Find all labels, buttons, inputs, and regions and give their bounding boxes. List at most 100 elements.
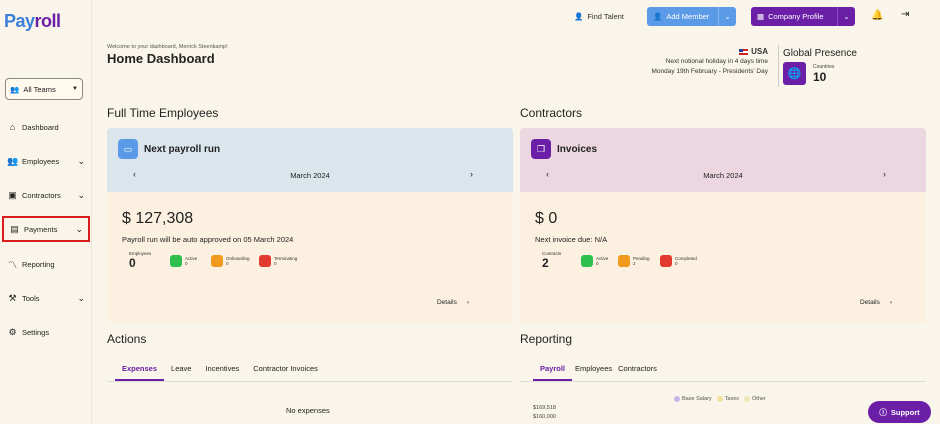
contractors-section-title: Contractors: [520, 106, 583, 120]
stat-value: 0: [596, 261, 599, 266]
invoices-card: ❐ Invoices ‹ March 2024 › $ 0 Next invoi…: [520, 128, 926, 323]
status-dot: [660, 255, 672, 267]
y-axis-label: $160,000: [533, 414, 556, 420]
sidebar-item-label: Contractors: [22, 190, 61, 200]
contractor-stat-pending: Pending 2: [618, 255, 650, 267]
employees-stat: Employees 0: [129, 251, 151, 270]
fte-stat-terminating: Terminating 0: [259, 255, 297, 267]
page-title: Home Dashboard: [107, 51, 215, 66]
contractor-stat-active: Active 0: [581, 255, 608, 267]
chevron-down-icon[interactable]: ⌄: [837, 7, 855, 26]
tab-contractors[interactable]: Contractors: [615, 364, 664, 380]
support-button[interactable]: ⓘ Support: [868, 401, 931, 423]
global-presence-title: Global Presence: [783, 48, 857, 59]
reporting-tab-divider: [520, 381, 926, 382]
add-member-button[interactable]: 👤 Add Member ⌄: [647, 7, 736, 26]
sidebar-item-label: Employees: [22, 156, 60, 166]
company-profile-button[interactable]: ▦ Company Profile ⌄: [751, 7, 855, 26]
tab-contractor-invoices[interactable]: Contractor Invoices: [246, 364, 325, 380]
payroll-month: March 2024: [290, 171, 330, 180]
gear-icon: ⚙: [8, 326, 17, 337]
trend-icon: 〽: [7, 259, 17, 270]
stat-label: Completed: [675, 255, 697, 261]
sidebar-item-employees[interactable]: 👥 Employees ⌄: [2, 148, 90, 174]
us-flag-icon: [739, 49, 749, 55]
status-dot: [170, 255, 182, 267]
logo-part-2: roll: [34, 11, 62, 31]
legend-other[interactable]: Other: [744, 396, 766, 402]
chevron-right-icon: ›: [889, 299, 892, 306]
fte-stat-active: Active 0: [170, 255, 197, 267]
reporting-section-title: Reporting: [520, 332, 573, 346]
app-logo[interactable]: Payroll: [4, 11, 61, 32]
sidebar-item-payments[interactable]: ▤ Payments ⌄: [2, 216, 90, 242]
countries-value: 10: [813, 70, 827, 84]
sidebar-item-contractors[interactable]: ▣ Contractors ⌄: [2, 182, 90, 208]
status-dot: [618, 255, 630, 267]
tab-payroll[interactable]: Payroll: [533, 364, 573, 381]
actions-tabs: Expenses Leave Incentives Contractor Inv…: [115, 364, 325, 381]
chevron-down-icon[interactable]: ⌄: [718, 7, 736, 26]
stat-label: Active: [596, 255, 609, 261]
logo-part-1: Pay: [4, 11, 35, 31]
tab-incentives[interactable]: Incentives: [198, 364, 246, 380]
tab-employees[interactable]: Employees: [572, 364, 615, 380]
fte-stat-onboarding: Onboarding 0: [211, 255, 250, 267]
sidebar-item-reporting[interactable]: 〽 Reporting: [2, 251, 90, 277]
sidebar-item-settings[interactable]: ⚙ Settings: [2, 319, 90, 345]
find-talent-label: Find Talent: [587, 11, 624, 21]
stat-value: 0: [226, 261, 229, 266]
tools-icon: ⚒: [8, 292, 17, 303]
reporting-tabs: Payroll Employees Contractors: [533, 364, 664, 381]
chevron-right-icon[interactable]: ›: [470, 169, 473, 179]
company-profile-label: Company Profile: [768, 12, 824, 21]
chevron-right-icon[interactable]: ›: [883, 169, 886, 179]
legend-taxes[interactable]: Taxes: [716, 396, 739, 402]
no-expenses-message: No expenses: [286, 406, 330, 415]
chart-legend: Base Salary Taxes Other: [674, 396, 766, 402]
holiday-line-1: Next notional holiday in 4 days time: [665, 58, 768, 65]
stat-value: 2: [633, 261, 636, 266]
details-label: Details: [436, 299, 457, 306]
holiday-line-2: Monday 19th February - Presidents' Day: [651, 68, 769, 75]
stat-value: 0: [185, 261, 188, 266]
payroll-card: ▭ Next payroll run ‹ March 2024 › $ 127,…: [107, 128, 513, 323]
bell-icon[interactable]: 🔔: [871, 10, 883, 21]
payroll-card-title: Next payroll run: [144, 144, 221, 155]
chevron-right-icon: ›: [466, 299, 469, 306]
contractors-icon: ▣: [8, 189, 17, 200]
employees-value: 0: [129, 256, 136, 270]
chevron-down-icon: ⌄: [77, 292, 85, 303]
payroll-amount: $ 127,308: [122, 210, 194, 227]
sidebar-item-label: Payments: [24, 224, 58, 234]
person-search-icon: 👤: [574, 11, 584, 21]
invoices-card-title: Invoices: [557, 144, 598, 155]
sidebar-item-label: Dashboard: [22, 122, 59, 132]
globe-icon: 🌐: [783, 62, 806, 85]
y-axis-label: $169,518: [533, 405, 556, 411]
sidebar-item-tools[interactable]: ⚒ Tools ⌄: [2, 285, 90, 311]
contracts-stat: Contracts 2: [542, 251, 561, 270]
find-talent-link[interactable]: 👤 Find Talent: [574, 9, 624, 23]
sidebar-item-label: Reporting: [22, 259, 55, 269]
payroll-details-link[interactable]: Details ›: [437, 299, 469, 306]
team-select[interactable]: 👥 All Teams ▼: [5, 78, 83, 100]
chevron-down-icon: ⌄: [75, 223, 83, 234]
people-icon: 👥: [7, 155, 19, 166]
chevron-down-icon: ⌄: [77, 155, 85, 166]
details-label: Details: [859, 299, 880, 306]
help-icon: ⓘ: [879, 407, 887, 417]
invoices-details-link[interactable]: Details ›: [860, 299, 892, 306]
legend-base-salary[interactable]: Base Salary: [674, 396, 712, 402]
header-divider: [778, 45, 779, 87]
home-icon: ⌂: [9, 122, 16, 132]
tab-leave[interactable]: Leave: [164, 364, 198, 380]
add-person-icon: 👤: [653, 12, 663, 21]
fte-section-title: Full Time Employees: [107, 106, 219, 120]
sidebar-item-dashboard[interactable]: ⌂ Dashboard: [2, 114, 90, 140]
building-icon: ▦: [757, 12, 765, 21]
tab-expenses[interactable]: Expenses: [115, 364, 165, 381]
add-member-label: Add Member: [666, 12, 710, 21]
stat-label: Terminating: [274, 255, 298, 261]
logout-icon[interactable]: ⇥: [901, 9, 909, 20]
